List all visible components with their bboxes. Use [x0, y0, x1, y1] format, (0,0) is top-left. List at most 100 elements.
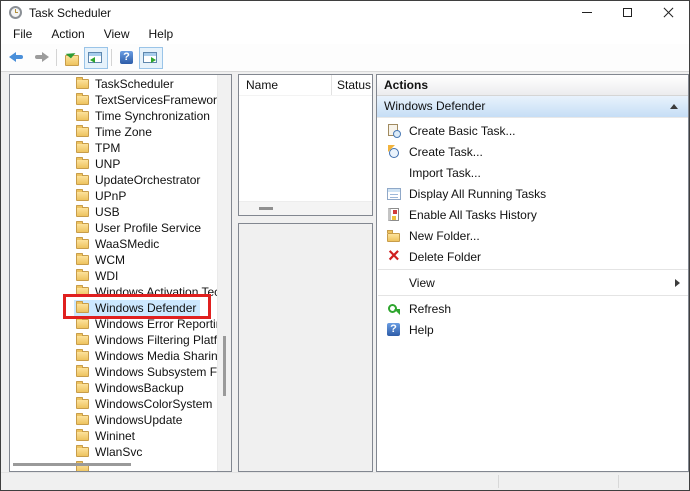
action-item-label: Refresh [409, 302, 451, 316]
toolbar-button[interactable] [84, 47, 108, 69]
tree-item-content: User Profile Service [74, 220, 205, 236]
folder-icon [76, 191, 89, 201]
action-item[interactable]: Display All Running Tasks [377, 183, 688, 204]
tree-item-label: UPnP [95, 189, 126, 203]
folder-icon [76, 447, 89, 457]
action-icon [386, 301, 402, 317]
folder-icon [76, 223, 89, 233]
actions-group-header[interactable]: Windows Defender [377, 96, 688, 118]
tree-item[interactable]: UPnP [10, 188, 218, 204]
toolbar-icon [8, 50, 26, 66]
action-item[interactable] [378, 295, 688, 296]
close-button[interactable] [648, 1, 689, 24]
tree-item-content: WlanSvc [74, 444, 146, 460]
toolbar-button[interactable] [108, 47, 115, 69]
tree-item-label: Time Zone [95, 125, 152, 139]
tree-item-content: TextServicesFramework [74, 92, 218, 108]
folder-icon [76, 159, 89, 169]
actions-panel: Actions Windows Defender Create Basic Ta… [376, 74, 689, 472]
folder-icon [76, 351, 89, 361]
action-item[interactable]: New Folder... [377, 225, 688, 246]
action-item[interactable]: Refresh [377, 298, 688, 319]
folder-icon [76, 111, 89, 121]
toolbar-button[interactable] [29, 47, 53, 69]
action-item[interactable]: Create Task... [377, 141, 688, 162]
tree-item[interactable]: Windows Subsystem For Lir [10, 364, 218, 380]
list-horizontal-scrollbar[interactable] [239, 201, 372, 215]
tree-item-label: Windows Subsystem For Lir [95, 365, 218, 379]
window-controls [566, 1, 689, 24]
tree-item-content: WindowsUpdate [74, 412, 186, 428]
action-item[interactable]: Delete Folder [377, 246, 688, 267]
tree-item[interactable]: UpdateOrchestrator [10, 172, 218, 188]
actions-panel-title: Actions [377, 75, 688, 96]
tree-item[interactable]: TPM [10, 140, 218, 156]
scrollbar-thumb[interactable] [259, 207, 273, 210]
tree-item[interactable]: UNP [10, 156, 218, 172]
tree-item[interactable]: WDI [10, 268, 218, 284]
action-item[interactable]: Create Basic Task... [377, 120, 688, 141]
tree-item[interactable]: WindowsUpdate [10, 412, 218, 428]
action-icon [386, 186, 402, 202]
actions-group-title: Windows Defender [384, 99, 485, 113]
folder-icon [76, 431, 89, 441]
folder-icon [76, 335, 89, 345]
tree-horizontal-scrollbar[interactable] [13, 463, 131, 466]
minimize-icon [582, 12, 592, 13]
menu-bar: File Action View Help [1, 24, 689, 44]
tree-item[interactable]: USB [10, 204, 218, 220]
column-header-name[interactable]: Name [239, 75, 332, 95]
folder-icon [76, 271, 89, 281]
tree-item[interactable]: User Profile Service [10, 220, 218, 236]
minimize-button[interactable] [566, 1, 607, 24]
action-item[interactable]: Help [377, 319, 688, 340]
maximize-button[interactable] [607, 1, 648, 24]
action-icon [386, 228, 402, 244]
tree-item[interactable]: WCM [10, 252, 218, 268]
tree-item-label: TPM [95, 141, 120, 155]
tree-item[interactable]: WaaSMedic [10, 236, 218, 252]
action-icon [386, 207, 402, 223]
folder-icon [76, 399, 89, 409]
tree-item[interactable]: WindowsBackup [10, 380, 218, 396]
toolbar-icon [142, 50, 160, 66]
tree-item-label: WDI [95, 269, 118, 283]
action-item[interactable] [378, 269, 688, 270]
action-item[interactable]: View [377, 272, 688, 293]
list-header: Name Status [239, 75, 372, 96]
tree-item-label: Windows Error Reporting [95, 317, 218, 331]
toolbar-button[interactable] [60, 47, 84, 69]
tree-item[interactable]: TaskScheduler [10, 76, 218, 92]
content-area: TaskScheduler TextServicesFramework [1, 72, 689, 473]
menu-item[interactable]: File [10, 25, 35, 43]
action-item[interactable]: Import Task... [377, 162, 688, 183]
toolbar-button[interactable] [53, 47, 60, 69]
tree-item[interactable]: Windows Media Sharing [10, 348, 218, 364]
tree-item[interactable]: Wininet [10, 428, 218, 444]
action-item-label: Help [409, 323, 434, 337]
action-item[interactable]: Enable All Tasks History [377, 204, 688, 225]
annotation-red-box [63, 294, 211, 319]
scrollbar-thumb[interactable] [223, 336, 226, 396]
column-header-status[interactable]: Status [332, 75, 371, 95]
action-icon [386, 123, 402, 139]
tree-item[interactable]: Time Zone [10, 124, 218, 140]
toolbar-button[interactable] [115, 47, 139, 69]
tree-item[interactable]: WindowsColorSystem [10, 396, 218, 412]
tree-item[interactable]: Windows Filtering Platform [10, 332, 218, 348]
tree-vertical-scrollbar[interactable] [217, 75, 231, 471]
tree-item[interactable]: Time Synchronization [10, 108, 218, 124]
tree-item-label: WindowsColorSystem [95, 397, 212, 411]
menu-item[interactable]: View [101, 25, 133, 43]
tree-item-label: Windows Filtering Platform [95, 333, 218, 347]
tree-item-content: Windows Subsystem For Lir [74, 364, 218, 380]
menu-item[interactable]: Action [48, 25, 87, 43]
toolbar-button[interactable] [139, 47, 163, 69]
menu-item[interactable]: Help [146, 25, 177, 43]
status-bar-divider [498, 475, 499, 488]
tree-item[interactable]: WlanSvc [10, 444, 218, 460]
folder-icon [76, 383, 89, 393]
action-item-label: Create Basic Task... [409, 124, 516, 138]
toolbar-button[interactable] [5, 47, 29, 69]
tree-item[interactable]: TextServicesFramework [10, 92, 218, 108]
